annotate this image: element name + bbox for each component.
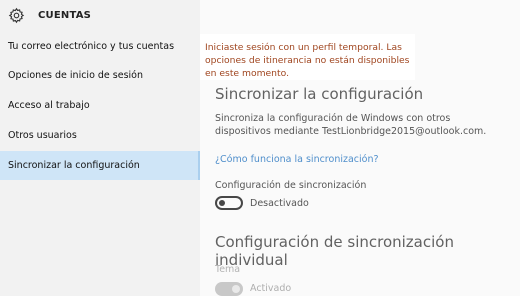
sidebar-item-sync-settings[interactable]: Sincronizar la configuración: [0, 151, 200, 180]
sync-settings-label: Configuración de sincronización: [215, 180, 367, 191]
sidebar: Tu correo electrónico y tus cuentas Opci…: [0, 32, 200, 296]
individual-sync-title: Configuración de sincronización individu…: [215, 233, 454, 269]
sidebar-item-work-access[interactable]: Acceso al trabajo: [0, 91, 200, 120]
sync-description: Sincroniza la configuración de Windows c…: [215, 113, 487, 137]
theme-toggle-state: Activado: [250, 283, 292, 294]
how-sync-works-link[interactable]: ¿Cómo funciona la sincronización?: [215, 154, 379, 165]
sync-toggle[interactable]: [215, 196, 243, 210]
temporary-profile-notice: Iniciaste sesión con un perfil temporal.…: [200, 34, 415, 80]
app-title: CUENTAS: [38, 10, 92, 21]
sidebar-item-other-users[interactable]: Otros usuarios: [0, 121, 200, 150]
theme-toggle[interactable]: [215, 282, 243, 296]
sidebar-item-sign-in-options[interactable]: Opciones de inicio de sesión: [0, 61, 200, 90]
sidebar-item-email-accounts[interactable]: Tu correo electrónico y tus cuentas: [0, 32, 200, 61]
toggle-knob: [219, 200, 225, 206]
sync-toggle-state: Desactivado: [250, 198, 309, 209]
section-title: Sincronizar la configuración: [215, 85, 424, 103]
toggle-knob: [232, 285, 240, 293]
gear-icon: [8, 7, 25, 24]
theme-label: Tema: [215, 264, 241, 275]
app-header: CUENTAS: [0, 0, 200, 32]
